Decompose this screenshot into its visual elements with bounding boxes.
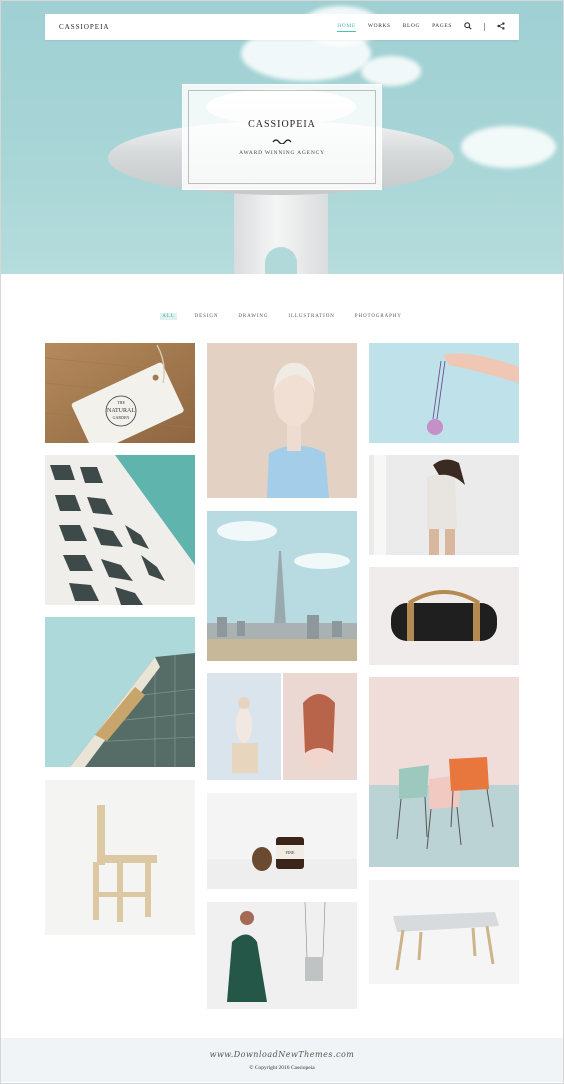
portfolio-item-pinecone-jar[interactable]: PINE [207, 793, 357, 889]
search-icon[interactable] [464, 22, 472, 32]
main-nav: HOME WORKS BLOG PAGES [337, 22, 505, 32]
brand-logo[interactable]: CASSIOPEIA [59, 23, 109, 31]
top-navigation-bar: CASSIOPEIA HOME WORKS BLOG PAGES [45, 14, 519, 40]
cloud [361, 56, 421, 86]
nav-pages[interactable]: PAGES [432, 23, 452, 31]
filter-drawing[interactable]: DRAWING [236, 313, 270, 320]
wave-divider-icon [272, 138, 292, 144]
share-icon[interactable] [497, 22, 505, 32]
portfolio-item-building-corner[interactable] [45, 617, 195, 767]
cloud [461, 126, 556, 168]
portfolio-item-city-skyline[interactable] [207, 511, 357, 661]
portfolio-item-natural-garden-tag[interactable]: THE NATURAL GARDEN [45, 343, 195, 443]
hero-card-frame: CASSIOPEIA AWARD WINNING AGENCY [188, 90, 376, 184]
tag-text-line: GARDEN [113, 415, 130, 420]
jar-label: PINE [286, 850, 295, 855]
portfolio-item-hand-holding-ornament[interactable] [369, 343, 519, 443]
filter-design[interactable]: DESIGN [193, 313, 221, 320]
copyright-text: © Copyright 2016 Cassiopeia [249, 1064, 315, 1071]
tag-text-line: THE [117, 400, 125, 405]
filter-illustration[interactable]: ILLUSTRATION [286, 313, 336, 320]
nav-divider [484, 23, 485, 31]
hero-card: CASSIOPEIA AWARD WINNING AGENCY [182, 84, 382, 190]
hero-subtitle: AWARD WINNING AGENCY [239, 149, 325, 156]
portfolio-item-woman-portrait[interactable] [207, 343, 357, 498]
footer: www.DownloadNewThemes.com © Copyright 20… [1, 1038, 563, 1082]
portfolio-filters: ALL DESIGN DRAWING ILLUSTRATION PHOTOGRA… [0, 313, 564, 320]
portfolio-item-duffel-bag[interactable] [369, 567, 519, 665]
nav-works[interactable]: WORKS [368, 23, 391, 31]
tag-text-line: NATURAL [107, 408, 135, 414]
tower-arch [265, 247, 297, 274]
watermark-text: www.DownloadNewThemes.com [209, 1049, 355, 1059]
nav-home[interactable]: HOME [337, 23, 356, 32]
filter-photography[interactable]: PHOTOGRAPHY [353, 313, 404, 320]
portfolio-item-figures-diptych[interactable] [207, 673, 357, 780]
nav-blog[interactable]: BLOG [403, 23, 420, 31]
portfolio-item-building-facade[interactable] [45, 455, 195, 605]
portfolio-item-chairs[interactable] [369, 677, 519, 867]
hero-title: CASSIOPEIA [248, 118, 316, 130]
filter-all[interactable]: ALL [160, 313, 177, 320]
portfolio-item-desk[interactable] [369, 880, 519, 984]
portfolio-item-wooden-chair[interactable] [45, 780, 195, 935]
portfolio-item-woman-green-coat[interactable] [207, 902, 357, 1009]
portfolio-item-woman-tshirt[interactable] [369, 455, 519, 555]
